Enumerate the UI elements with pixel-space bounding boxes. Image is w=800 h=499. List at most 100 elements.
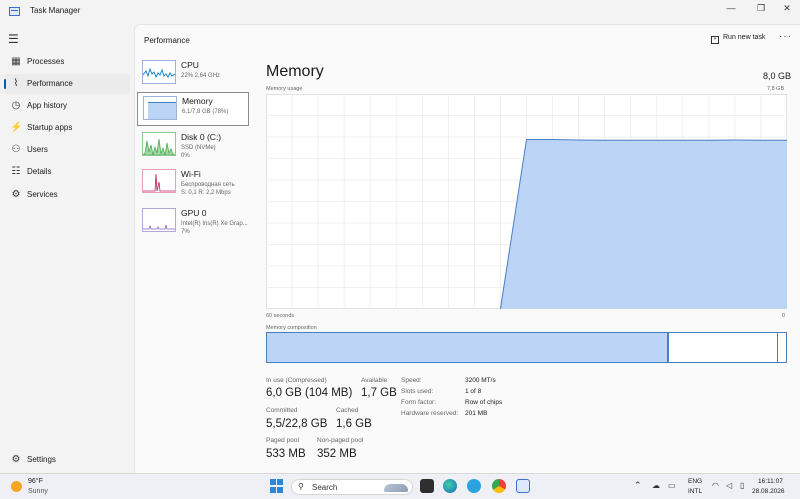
weather-temperature[interactable]: 96°F	[28, 478, 43, 485]
nav-item-processes[interactable]: ▦ Processes	[4, 52, 130, 72]
hardware-reserved-value: 201 MB	[465, 410, 488, 417]
search-placeholder: Search	[312, 483, 338, 492]
sidebar: ☰ ▦ Processes ⌇ Performance ◷ App histor…	[0, 24, 134, 473]
device-detail: SSD (NVMe)	[181, 145, 216, 151]
title-bar: Task Manager — ❐ ✕	[0, 0, 800, 24]
disk-thumbnail-graph	[142, 132, 176, 156]
memory-usage-chart	[266, 94, 787, 309]
sun-weather-icon[interactable]	[11, 481, 22, 492]
device-detail: 0%	[181, 153, 190, 159]
committed-value: 5,5/22,8 GB	[266, 418, 328, 430]
device-name: CPU	[181, 60, 199, 70]
hardware-reserved-label: Hardware reserved:	[401, 410, 459, 417]
device-name: Disk 0 (C:)	[181, 132, 222, 142]
memory-usage-area	[500, 139, 787, 309]
hamburger-menu-icon[interactable]: ☰	[8, 33, 19, 45]
task-view-icon[interactable]	[420, 479, 434, 493]
speed-label: Speed:	[401, 377, 422, 384]
startup-apps-icon: ⚡	[10, 122, 23, 133]
nav-item-label: Processes	[27, 57, 65, 66]
more-options-button[interactable]: ···	[779, 31, 792, 42]
search-highlight-image	[384, 484, 408, 492]
gpu-thumbnail-graph	[142, 208, 176, 232]
details-list-icon: ☷	[11, 166, 21, 177]
battery-icon[interactable]: ▭	[668, 481, 676, 490]
edge-browser-icon[interactable]	[443, 479, 457, 493]
device-name: Memory	[182, 96, 213, 106]
speed-value: 3200 MT/s	[465, 377, 496, 384]
settings-label: Settings	[27, 455, 56, 464]
available-value: 1,7 GB	[361, 387, 397, 399]
device-wifi[interactable]: Wi-Fi Беспроводная сеть S: 0,1 R: 2,2 Mb…	[137, 166, 249, 200]
slots-used-label: Slots used:	[401, 388, 434, 395]
wifi-icon[interactable]: ◠	[712, 481, 719, 490]
device-memory[interactable]: Memory 6,1/7,8 GB (78%)	[137, 92, 249, 126]
slots-used-value: 1 of 8	[465, 388, 482, 395]
device-gpu-0[interactable]: GPU 0 Intel(R) Iris(R) Xe Grap... 7%	[137, 205, 249, 239]
nav-item-users[interactable]: ⚇ Users	[4, 140, 130, 160]
device-detail: 6,1/7,8 GB (78%)	[182, 109, 229, 115]
nav-item-settings[interactable]: ⚙ Settings	[4, 451, 130, 469]
memory-composition-bar	[266, 332, 787, 363]
nav-item-label: Startup apps	[27, 123, 73, 132]
non-paged-pool-label: Non-paged pool	[317, 437, 364, 444]
form-factor-value: Row of chips	[465, 399, 503, 406]
memory-composition-label: Memory composition	[266, 325, 317, 331]
nav-item-performance[interactable]: ⌇ Performance	[4, 74, 130, 94]
memory-usage-max: 7,8 GB	[767, 86, 785, 92]
input-language[interactable]: ENG	[688, 478, 702, 485]
device-disk-0[interactable]: Disk 0 (C:) SSD (NVMe) 0%	[137, 129, 249, 163]
clock-date[interactable]: 28.08.2026	[752, 488, 785, 495]
input-layout[interactable]: INTL	[688, 488, 702, 495]
start-button[interactable]	[270, 479, 284, 493]
device-detail: S: 0,1 R: 2,2 Mbps	[181, 190, 231, 196]
task-manager-taskbar-icon[interactable]	[516, 479, 530, 493]
run-task-icon: +	[711, 36, 719, 44]
taskbar: 96°F Sunny ⚲ Search ⌃ ☁ ▭ ENG INTL ◠ ◁ ▯…	[0, 473, 800, 499]
memory-usage-label: Memory usage	[266, 86, 303, 92]
windows-logo-icon	[270, 486, 276, 493]
graph-time-span-label: 60 seconds	[266, 313, 295, 319]
device-detail: 7%	[181, 229, 190, 235]
memory-total: 8,0 GB	[763, 71, 792, 81]
nav-item-app-history[interactable]: ◷ App history	[4, 96, 130, 116]
telegram-icon[interactable]	[467, 479, 481, 493]
windows-logo-icon	[270, 479, 276, 485]
main-panel: Performance + Run new task ··· CPU 22% 2,…	[134, 24, 800, 473]
device-cpu[interactable]: CPU 22% 2,64 GHz	[137, 57, 249, 91]
graph-end-label: 0	[782, 313, 786, 319]
device-name: Wi-Fi	[181, 169, 201, 179]
close-button[interactable]: ✕	[772, 0, 800, 18]
form-factor-label: Form factor:	[401, 399, 437, 406]
nav-item-startup-apps[interactable]: ⚡ Startup apps	[4, 118, 130, 138]
clock-time[interactable]: 16:11:07	[758, 478, 783, 485]
composition-standby-segment	[669, 333, 778, 362]
paged-pool-value: 533 MB	[266, 448, 306, 460]
performance-graph-icon: ⌇	[13, 78, 19, 89]
volume-icon[interactable]: ◁	[726, 481, 732, 490]
available-label: Available	[361, 377, 388, 384]
nav-item-details[interactable]: ☷ Details	[4, 162, 130, 182]
cloud-sync-icon[interactable]: ☁	[652, 481, 660, 490]
run-new-task-button[interactable]: + Run new task	[711, 34, 765, 44]
taskbar-search-box[interactable]: ⚲ Search	[291, 479, 413, 495]
services-gear-icon: ⚙	[11, 189, 21, 200]
windows-logo-icon	[277, 486, 283, 493]
nav-item-services[interactable]: ⚙ Services	[4, 185, 130, 205]
nav-item-label: Services	[27, 190, 58, 199]
page-title: Performance	[144, 36, 190, 45]
window-title: Task Manager	[30, 6, 81, 15]
minimize-button[interactable]: —	[716, 0, 746, 18]
memory-title: Memory	[266, 63, 324, 80]
nav-item-label: App history	[27, 101, 68, 110]
battery-status-icon[interactable]: ▯	[740, 481, 744, 490]
tray-overflow-chevron-icon[interactable]: ⌃	[634, 480, 642, 491]
chrome-browser-icon[interactable]	[492, 479, 506, 493]
weather-description[interactable]: Sunny	[28, 488, 48, 495]
committed-label: Committed	[266, 407, 298, 414]
wifi-thumbnail-graph	[142, 169, 176, 193]
nav-item-label: Users	[27, 145, 48, 154]
device-detail: Intel(R) Iris(R) Xe Grap...	[181, 221, 248, 227]
processes-grid-icon: ▦	[11, 56, 21, 67]
run-new-task-label: Run new task	[723, 34, 766, 41]
